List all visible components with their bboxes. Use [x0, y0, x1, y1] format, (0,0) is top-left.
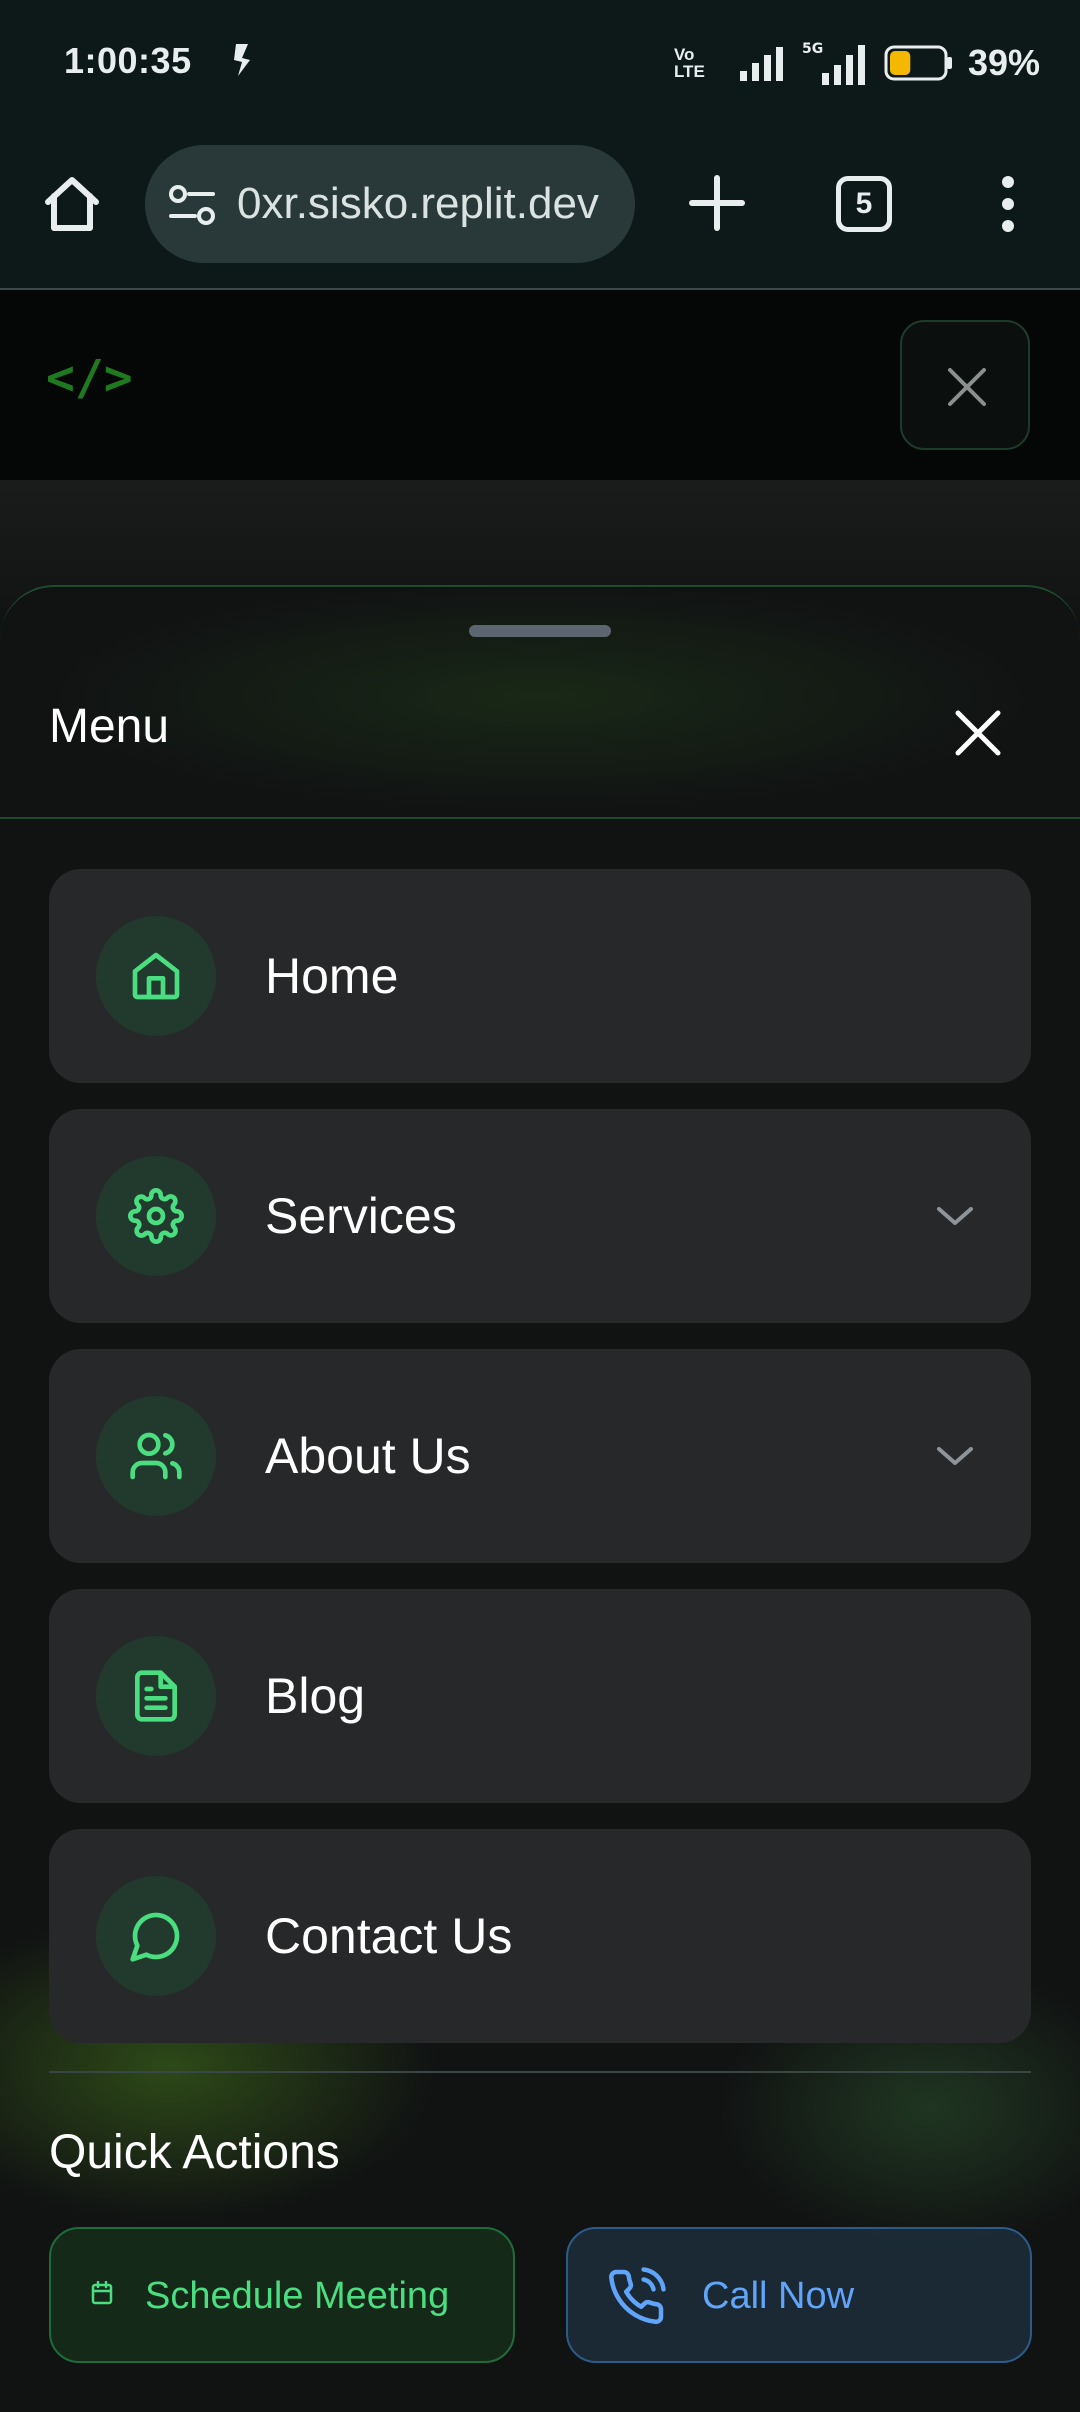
- battery-icon: [884, 45, 952, 81]
- mobile-menu-drawer: Menu Home Services About Us Blog Contact…: [0, 585, 1080, 2412]
- url-text[interactable]: 0xr.sisko.replit.dev: [237, 179, 617, 229]
- tabs-button[interactable]: 5: [836, 176, 892, 232]
- browser-toolbar: 0xr.sisko.replit.dev 5: [0, 130, 1080, 290]
- nav-item-blog[interactable]: Blog: [49, 1589, 1031, 1803]
- menu-divider: [0, 817, 1080, 819]
- new-tab-icon[interactable]: [684, 170, 750, 236]
- signal-icon: [739, 47, 783, 81]
- calendar-icon: [91, 2281, 113, 2305]
- call-now-button[interactable]: Call Now: [566, 2227, 1032, 2363]
- chat-bubble-icon: [130, 1912, 180, 1962]
- chevron-down-icon[interactable]: [933, 1201, 977, 1231]
- gear-icon: [128, 1188, 184, 1244]
- tune-icon[interactable]: [167, 183, 217, 227]
- site-header: </>: [0, 290, 1080, 480]
- home-icon: [132, 952, 180, 1000]
- nav-icon-badge: [96, 1876, 216, 1996]
- nav-icon-badge: [96, 1396, 216, 1516]
- nav-label-home: Home: [265, 948, 399, 1004]
- network-type-label: 5G: [802, 41, 823, 57]
- users-icon: [130, 1432, 182, 1480]
- phone-call-icon: [609, 2267, 666, 2325]
- quick-actions-divider: [49, 2071, 1031, 2073]
- notification-icon: [234, 44, 250, 76]
- menu-title: Menu: [49, 700, 170, 753]
- drag-handle[interactable]: [469, 625, 611, 637]
- nav-icon-badge: [96, 1156, 216, 1276]
- site-menu-close-button[interactable]: [900, 320, 1030, 450]
- nav-item-home[interactable]: Home: [49, 869, 1031, 1083]
- nav-label-contact-us: Contact Us: [265, 1908, 513, 1964]
- schedule-meeting-label: Schedule Meeting: [145, 2275, 450, 2317]
- chevron-down-icon[interactable]: [933, 1441, 977, 1471]
- close-menu-button[interactable]: [950, 705, 1006, 761]
- site-logo[interactable]: </>: [46, 350, 133, 406]
- close-icon: [948, 368, 986, 406]
- more-vert-icon[interactable]: [990, 172, 1026, 236]
- nav-item-about-us[interactable]: About Us: [49, 1349, 1031, 1563]
- schedule-meeting-button[interactable]: Schedule Meeting: [49, 2227, 515, 2363]
- nav-item-contact-us[interactable]: Contact Us: [49, 1829, 1031, 2043]
- signal-5g-icon: 5G: [802, 41, 865, 85]
- volte-label: Vo LTE: [673, 45, 705, 81]
- address-bar[interactable]: 0xr.sisko.replit.dev: [145, 145, 635, 263]
- status-bar: 1:00:35 Vo LTE 5G 39%: [0, 0, 1080, 130]
- nav-icon-badge: [96, 1636, 216, 1756]
- nav-label-services: Services: [265, 1188, 457, 1244]
- quick-actions-title: Quick Actions: [49, 2126, 340, 2179]
- nav-item-services[interactable]: Services: [49, 1109, 1031, 1323]
- battery-percent: 39%: [967, 42, 1040, 83]
- nav-label-blog: Blog: [265, 1668, 366, 1724]
- status-time: 1:00:35: [64, 40, 192, 81]
- nav-label-about-us: About Us: [265, 1428, 471, 1484]
- document-icon: [135, 1670, 178, 1722]
- nav-icon-badge: [96, 916, 216, 1036]
- call-now-label: Call Now: [702, 2275, 855, 2317]
- home-icon[interactable]: [40, 172, 104, 236]
